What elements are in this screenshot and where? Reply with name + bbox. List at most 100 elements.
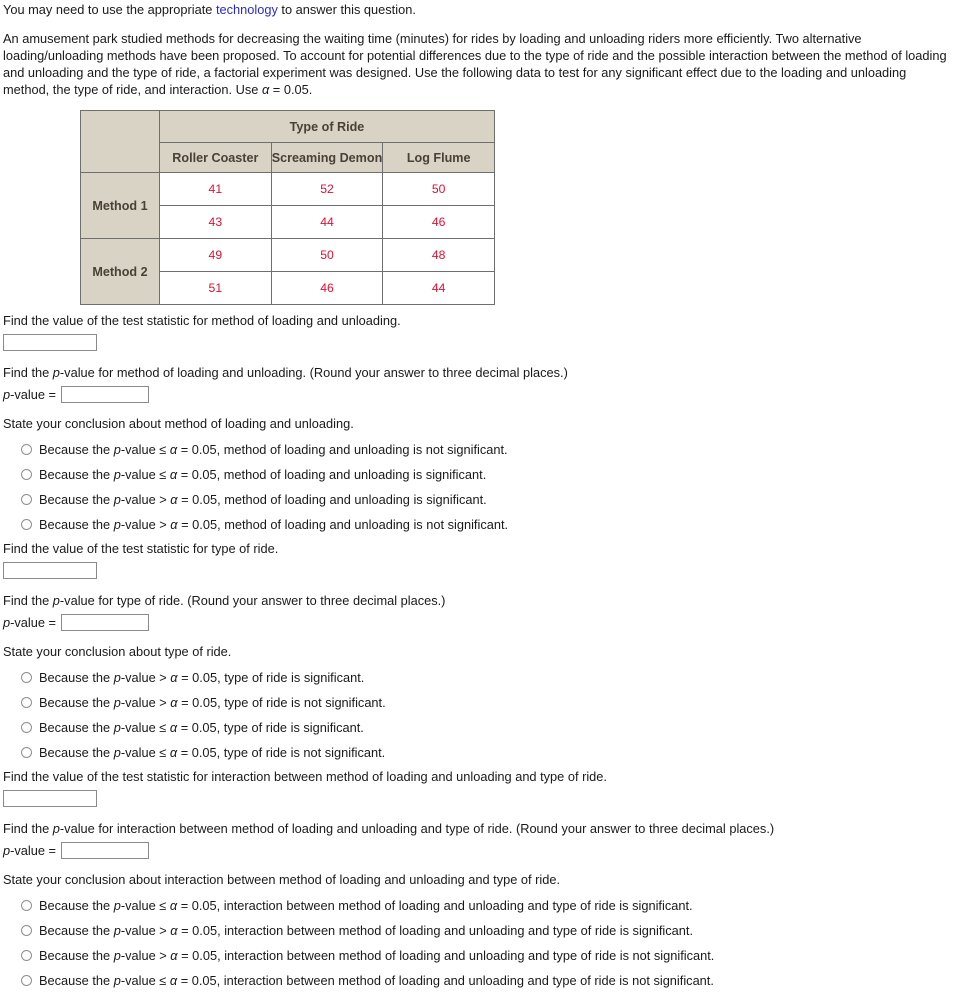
pvalue-prompt-interaction-a: Find the	[3, 821, 53, 836]
radio-icon[interactable]	[21, 950, 32, 961]
conclusion-option-ride-1-label: Because the p-value > α = 0.05, type of …	[39, 665, 364, 690]
test-statistic-input-ride[interactable]	[3, 562, 97, 579]
cell-m1-sd-1: 52	[270, 172, 384, 206]
column-header-screaming-demon: Screaming Demon	[270, 142, 384, 173]
alpha-value: = 0.05.	[269, 82, 313, 97]
conclusion-option-method-1[interactable]: Because the p-value ≤ α = 0.05, method o…	[21, 437, 973, 462]
opt-p: p	[113, 442, 121, 457]
opt-pre: Because the	[39, 467, 114, 482]
radio-icon[interactable]	[21, 747, 32, 758]
radio-icon[interactable]	[21, 519, 32, 530]
conclusion-options-method: Because the p-value ≤ α = 0.05, method o…	[3, 437, 973, 537]
opt-alpha: α	[170, 948, 178, 963]
conclusion-option-ride-3-label: Because the p-value ≤ α = 0.05, type of …	[39, 715, 364, 740]
pvalue-input-row-ride: p-value =	[3, 614, 973, 631]
radio-icon[interactable]	[21, 975, 32, 986]
table-corner-cell	[80, 110, 160, 173]
opt-mid: -value >	[120, 923, 171, 938]
technology-notice-suffix: to answer this question.	[277, 2, 416, 17]
pvalue-label-ride: p-value =	[3, 615, 56, 630]
conclusion-option-interaction-1-label: Because the p-value ≤ α = 0.05, interact…	[39, 893, 693, 918]
conclusion-option-interaction-3-label: Because the p-value > α = 0.05, interact…	[39, 943, 714, 968]
opt-mid: -value ≤	[120, 898, 170, 913]
statistic-prompt-method: Find the value of the test statistic for…	[3, 313, 401, 328]
data-table-wrapper: Type of Ride Roller Coaster Screaming De…	[80, 110, 973, 305]
radio-icon[interactable]	[21, 672, 32, 683]
radio-icon[interactable]	[21, 469, 32, 480]
problem-statement: An amusement park studied methods for de…	[3, 30, 951, 98]
conclusion-option-interaction-2[interactable]: Because the p-value > α = 0.05, interact…	[21, 918, 973, 943]
opt-mid: -value >	[120, 695, 171, 710]
cell-m2-rc-1: 49	[159, 238, 272, 272]
pvalue-input-method[interactable]	[61, 386, 150, 403]
opt-p: p	[113, 517, 121, 532]
test-statistic-input-method[interactable]	[3, 334, 97, 351]
opt-mid: -value ≤	[120, 973, 170, 988]
cell-m1-rc-2: 43	[159, 205, 272, 239]
opt-p: p	[113, 492, 121, 507]
conclusion-option-interaction-3[interactable]: Because the p-value > α = 0.05, interact…	[21, 943, 973, 968]
pvalue-prompt-method-b: -value for method of loading and unloadi…	[59, 365, 568, 380]
question-method: Find the value of the test statistic for…	[3, 313, 973, 537]
conclusion-option-ride-2-label: Because the p-value > α = 0.05, type of …	[39, 690, 386, 715]
statistic-input-row-ride	[3, 562, 973, 579]
row-label-method-1: Method 1	[80, 172, 160, 239]
opt-pre: Because the	[39, 948, 114, 963]
technology-link[interactable]: technology	[216, 2, 278, 17]
conclusion-option-interaction-1[interactable]: Because the p-value ≤ α = 0.05, interact…	[21, 893, 973, 918]
radio-icon[interactable]	[21, 494, 32, 505]
cell-m2-sd-2: 46	[270, 271, 384, 305]
opt-pre: Because the	[39, 492, 114, 507]
opt-p: p	[113, 670, 121, 685]
conclusion-option-method-2-label: Because the p-value ≤ α = 0.05, method o…	[39, 462, 486, 487]
conclusion-option-ride-4[interactable]: Because the p-value ≤ α = 0.05, type of …	[21, 740, 973, 765]
opt-mid: -value >	[120, 517, 171, 532]
table-row: Method 2 49 50 48	[80, 238, 495, 305]
opt-post: = 0.05, interaction between method of lo…	[177, 973, 714, 988]
radio-icon[interactable]	[21, 444, 32, 455]
pvalue-input-interaction[interactable]	[61, 842, 150, 859]
conclusion-option-method-3[interactable]: Because the p-value > α = 0.05, method o…	[21, 487, 973, 512]
opt-p: p	[113, 695, 121, 710]
opt-post: = 0.05, method of loading and unloading …	[177, 492, 487, 507]
radio-icon[interactable]	[21, 925, 32, 936]
opt-alpha: α	[170, 695, 178, 710]
conclusion-prompt-ride: State your conclusion about type of ride…	[3, 644, 232, 659]
opt-pre: Because the	[39, 670, 114, 685]
cell-m2-rc-2: 51	[159, 271, 272, 305]
cell-m1-rc-1: 41	[159, 172, 272, 206]
pvalue-prompt-interaction-p: p	[52, 821, 60, 836]
cell-m2-sd-1: 50	[270, 238, 384, 272]
test-statistic-input-interaction[interactable]	[3, 790, 97, 807]
opt-mid: -value ≤	[120, 442, 170, 457]
opt-alpha: α	[170, 517, 178, 532]
pvalue-label-method: p-value =	[3, 387, 56, 402]
opt-pre: Because the	[39, 517, 114, 532]
statistic-prompt-ride: Find the value of the test statistic for…	[3, 541, 279, 556]
pvalue-input-ride[interactable]	[61, 614, 150, 631]
question-type-of-ride: Find the value of the test statistic for…	[3, 541, 973, 765]
conclusion-option-method-4[interactable]: Because the p-value > α = 0.05, method o…	[21, 512, 973, 537]
opt-pre: Because the	[39, 745, 114, 760]
opt-alpha: α	[170, 923, 178, 938]
question-interaction: Find the value of the test statistic for…	[3, 769, 973, 993]
cell-m1-sd-2: 44	[270, 205, 384, 239]
radio-icon[interactable]	[21, 697, 32, 708]
conclusion-prompt-interaction: State your conclusion about interaction …	[3, 872, 561, 887]
pvalue-input-row-method: p-value =	[3, 386, 973, 403]
opt-mid: -value ≤	[120, 467, 170, 482]
conclusion-option-ride-1[interactable]: Because the p-value > α = 0.05, type of …	[21, 665, 973, 690]
conclusion-option-interaction-4[interactable]: Because the p-value ≤ α = 0.05, interact…	[21, 968, 973, 993]
conclusion-option-ride-3[interactable]: Because the p-value ≤ α = 0.05, type of …	[21, 715, 973, 740]
opt-post: = 0.05, interaction between method of lo…	[177, 923, 694, 938]
pvalue-prompt-method-a: Find the	[3, 365, 53, 380]
conclusion-option-method-2[interactable]: Because the p-value ≤ α = 0.05, method o…	[21, 462, 973, 487]
opt-post: = 0.05, type of ride is significant.	[177, 720, 364, 735]
row-label-method-2: Method 2	[80, 238, 160, 305]
radio-icon[interactable]	[21, 722, 32, 733]
opt-p: p	[113, 720, 121, 735]
conclusion-option-ride-2[interactable]: Because the p-value > α = 0.05, type of …	[21, 690, 973, 715]
pvalue-prompt-ride-b: -value for type of ride. (Round your ans…	[59, 593, 446, 608]
conclusion-options-ride: Because the p-value > α = 0.05, type of …	[3, 665, 973, 765]
radio-icon[interactable]	[21, 900, 32, 911]
